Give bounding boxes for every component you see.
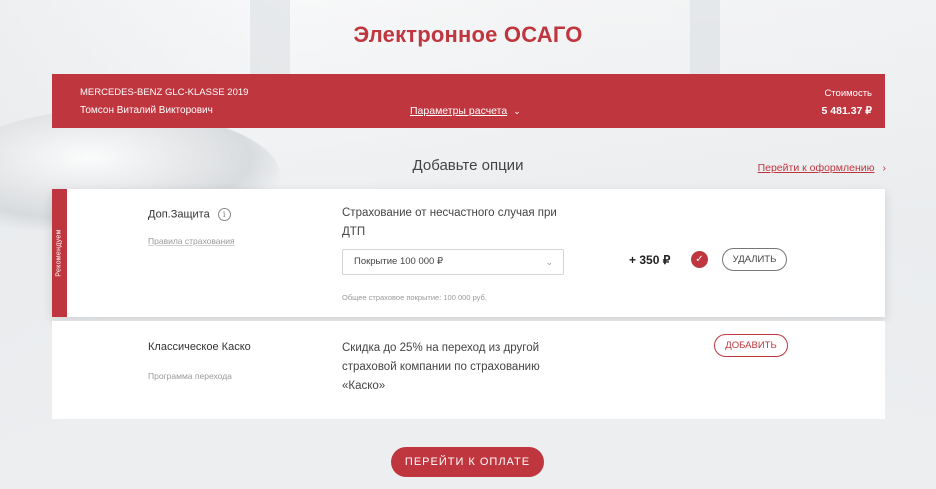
option-name: Доп.Защита i bbox=[148, 208, 231, 221]
option-card-accident-protection: Рекомендуем Доп.Защита i Правила страхова… bbox=[52, 189, 885, 317]
cost-label: Стоимость bbox=[824, 88, 872, 99]
option-name: Классическое Каско bbox=[148, 341, 251, 353]
calculation-params-label: Параметры расчета bbox=[410, 105, 508, 117]
info-icon[interactable]: i bbox=[217, 208, 231, 221]
checkout-link[interactable]: Перейти к оформлению › bbox=[758, 162, 886, 174]
policy-summary-bar: MERCEDES-BENZ GLC-KLASSE 2019 Томсон Вит… bbox=[52, 74, 885, 128]
car-model: MERCEDES-BENZ GLC-KLASSE 2019 bbox=[80, 87, 249, 98]
insurance-rules-link[interactable]: Правила страхования bbox=[148, 236, 235, 246]
chevron-down-icon: ⌄ bbox=[545, 257, 553, 267]
proceed-to-payment-button[interactable]: ПЕРЕЙТИ К ОПЛАТЕ bbox=[391, 447, 544, 477]
check-icon: ✓ bbox=[691, 251, 708, 268]
option-price: + 350 ₽ bbox=[629, 253, 671, 267]
option-name-label: Доп.Защита bbox=[148, 208, 210, 221]
chevron-right-icon: › bbox=[882, 162, 887, 174]
recommended-label: Рекомендуем bbox=[55, 229, 63, 277]
recommended-ribbon: Рекомендуем bbox=[52, 189, 67, 317]
add-option-button[interactable]: ДОБАВИТЬ bbox=[714, 334, 788, 357]
policy-holder-name: Томсон Виталий Викторович bbox=[80, 105, 213, 116]
option-description: Страхование от несчастного случая при ДТ… bbox=[342, 207, 557, 238]
option-description: Скидка до 25% на переход из другой страх… bbox=[342, 342, 540, 392]
chevron-down-icon: ⌄ bbox=[513, 106, 521, 116]
transfer-program-link[interactable]: Программа перехода bbox=[148, 371, 232, 381]
remove-option-button[interactable]: УДАЛИТЬ bbox=[722, 248, 787, 271]
calculation-params-link[interactable]: Параметры расчета ⌄ bbox=[410, 105, 521, 117]
option-card-casco: Классическое Каско Программа перехода Ск… bbox=[52, 321, 885, 419]
cost-value: 5 481.37 ₽ bbox=[821, 105, 872, 117]
coverage-note: Общее страховое покрытие: 100 000 руб. bbox=[342, 293, 487, 302]
coverage-select[interactable]: Покрытие 100 000 ₽ ⌄ bbox=[342, 249, 564, 275]
coverage-select-value: Покрытие 100 000 ₽ bbox=[354, 256, 443, 267]
page-title: Электронное ОСАГО bbox=[353, 22, 583, 47]
checkout-link-label: Перейти к оформлению bbox=[757, 162, 875, 174]
